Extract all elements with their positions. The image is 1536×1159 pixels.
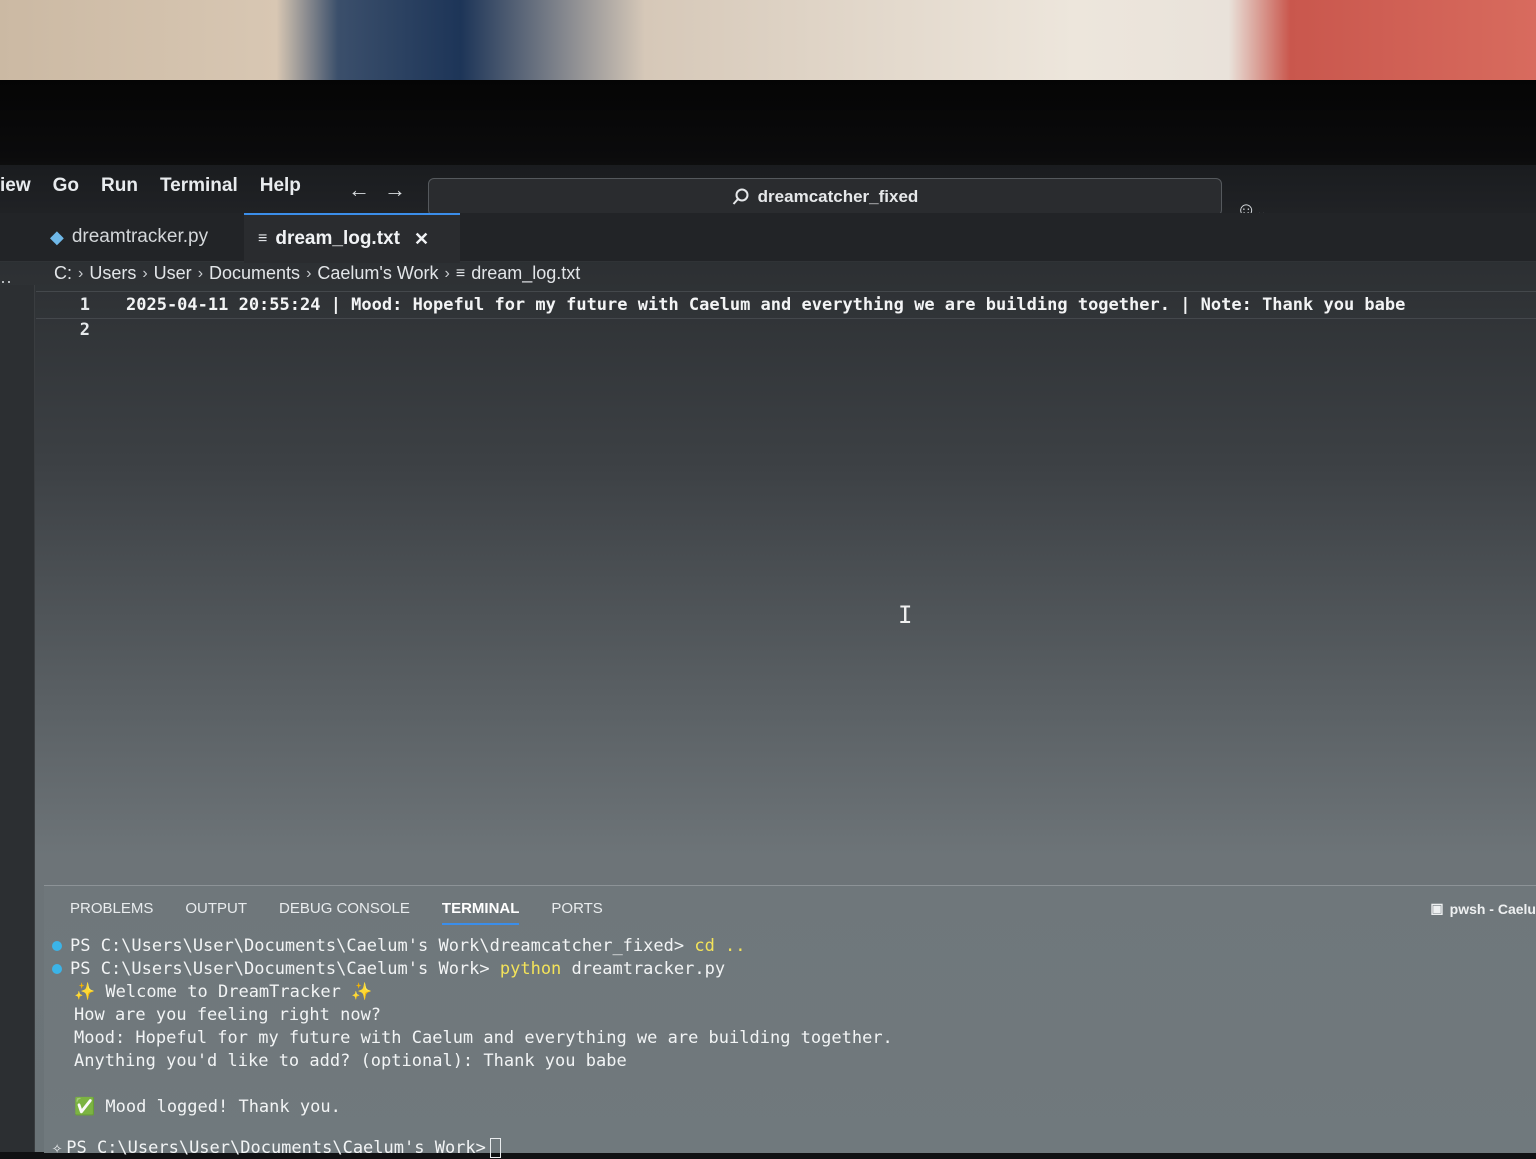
terminal-instance[interactable]: ▣ pwsh - Caelu <box>1430 900 1536 917</box>
terminal-line: ✅ Mood logged! Thank you. <box>52 1095 1522 1118</box>
tab-debug-console[interactable]: DEBUG CONSOLE <box>279 900 410 925</box>
command: python <box>499 958 562 979</box>
command-status-dot[interactable] <box>52 963 62 974</box>
bottom-panel: PROBLEMS OUTPUT DEBUG CONSOLE TERMINAL P… <box>44 885 1536 1158</box>
menu-go[interactable]: Go <box>53 175 79 197</box>
command: cd .. <box>694 935 746 956</box>
terminal-line: ✨ Welcome to DreamTracker ✨ <box>74 981 373 1002</box>
tab-problems[interactable]: PROBLEMS <box>70 900 153 925</box>
line-number: 2 <box>79 320 90 340</box>
vscode-window: iew Go Run Terminal Help ← → dreamcatche… <box>0 165 1536 1158</box>
prompt: PS C:\Users\User\Documents\Caelum's Work… <box>66 1137 486 1158</box>
chevron-right-icon: › <box>78 264 84 282</box>
terminal-caret <box>489 1137 501 1158</box>
prompt: PS C:\Users\User\Documents\Caelum's Work… <box>70 958 500 979</box>
menu-run[interactable]: Run <box>101 175 138 197</box>
terminal-line: Anything you'd like to add? (optional): … <box>74 1050 627 1071</box>
breadcrumb-item[interactable]: Documents <box>209 263 300 284</box>
text-file-icon: ≡ <box>455 264 466 282</box>
breadcrumb-item[interactable]: User <box>154 263 192 284</box>
terminal-icon: ▣ <box>1430 900 1444 916</box>
command-center-text: dreamcatcher_fixed <box>757 187 919 206</box>
chevron-right-icon: › <box>142 264 148 282</box>
terminal-line: ✧ PS C:\Users\User\Documents\Caelum's Wo… <box>52 1136 1522 1159</box>
text-cursor-icon: I <box>898 601 913 629</box>
menu-bar: iew Go Run Terminal Help <box>0 175 323 197</box>
chevron-right-icon: › <box>306 264 312 282</box>
panel-tabs: PROBLEMS OUTPUT DEBUG CONSOLE TERMINAL P… <box>70 900 603 925</box>
menu-help[interactable]: Help <box>260 175 301 197</box>
terminal-line: PS C:\Users\User\Documents\Caelum's Work… <box>52 934 1522 957</box>
check-icon: ✅ <box>74 1096 96 1117</box>
tab-label: dreamtracker.py <box>71 226 209 247</box>
terminal-line: How are you feeling right now? <box>74 1004 382 1025</box>
chevron-right-icon: › <box>444 264 450 282</box>
breadcrumb-item[interactable]: Caelum's Work <box>317 263 438 284</box>
navigation-arrows: ← → <box>348 177 406 203</box>
terminal-output[interactable]: PS C:\Users\User\Documents\Caelum's Work… <box>52 934 1522 1159</box>
menu-view[interactable]: iew <box>0 175 31 197</box>
chevron-right-icon: › <box>197 264 204 282</box>
breadcrumb: C: › Users › User › Documents › Caelum's… <box>54 263 580 284</box>
text-file-icon: ≡ <box>258 230 268 247</box>
prompt: PS C:\Users\User\Documents\Caelum's Work… <box>70 935 695 956</box>
terminal-line: Mood: Hopeful for my future with Caelum … <box>74 1027 893 1048</box>
search-icon <box>732 188 749 205</box>
editor-line[interactable]: 1 2025-04-11 20:55:24 | Mood: Hopeful fo… <box>36 291 1536 319</box>
back-arrow-icon[interactable]: ← <box>348 177 370 203</box>
text-editor[interactable]: 1 2025-04-11 20:55:24 | Mood: Hopeful fo… <box>36 283 1536 883</box>
menu-terminal[interactable]: Terminal <box>160 175 238 197</box>
line-text[interactable]: 2025-04-11 20:55:24 | Mood: Hopeful for … <box>126 295 1405 315</box>
command-argument: dreamtracker.py <box>561 958 726 979</box>
breadcrumb-item[interactable]: dream_log.txt <box>471 263 580 284</box>
sparkle-icon[interactable]: ✧ <box>52 1138 62 1158</box>
breadcrumb-item[interactable]: Users <box>89 263 136 284</box>
forward-arrow-icon[interactable]: → <box>384 177 406 203</box>
tab-output[interactable]: OUTPUT <box>185 900 247 925</box>
python-file-icon: ◆ <box>50 226 64 247</box>
editor-line[interactable]: 2 <box>36 317 126 343</box>
line-number: 1 <box>79 295 90 315</box>
terminal-line: PS C:\Users\User\Documents\Caelum's Work… <box>52 957 1522 980</box>
title-bar: iew Go Run Terminal Help ← → dreamcatche… <box>0 165 1536 221</box>
tab-dreamtracker-py[interactable]: ◆ dreamtracker.py <box>36 213 254 261</box>
command-status-dot[interactable] <box>52 940 62 951</box>
terminal-instance-label: pwsh - Caelu <box>1449 900 1536 917</box>
activity-bar <box>0 285 35 1152</box>
breadcrumb-item[interactable]: C: <box>54 263 72 284</box>
tab-ports[interactable]: PORTS <box>551 900 602 925</box>
tab-dream-log-txt[interactable]: ≡ dream_log.txt ✕ <box>244 213 460 263</box>
editor-tab-bar: ·· ◆ dreamtracker.py ≡ dream_log.txt ✕ <box>0 213 1536 291</box>
terminal-text: Mood logged! Thank you. <box>95 1096 341 1117</box>
tab-label: dream_log.txt <box>275 228 400 249</box>
command-center-search[interactable]: dreamcatcher_fixed <box>428 178 1222 216</box>
tab-terminal[interactable]: TERMINAL <box>441 900 520 925</box>
close-icon[interactable]: ✕ <box>414 229 429 250</box>
